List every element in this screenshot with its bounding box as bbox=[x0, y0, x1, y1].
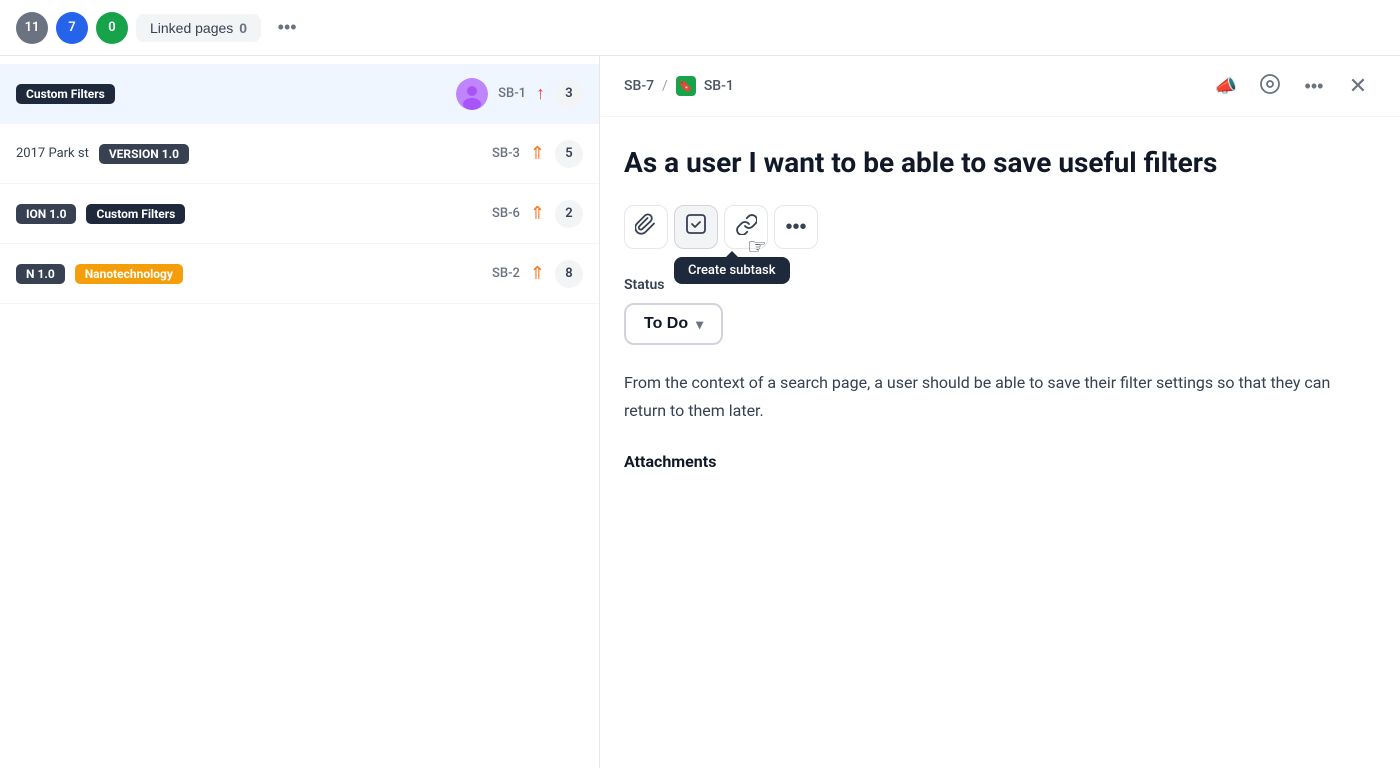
badge-count-2: 7 bbox=[56, 12, 88, 44]
item-id: SB-1 bbox=[498, 86, 526, 101]
bookmark-icon: 🔖 bbox=[676, 76, 696, 96]
item-id: SB-3 bbox=[492, 146, 520, 161]
list-item[interactable]: ION 1.0 Custom Filters SB-6 ⇑ 2 bbox=[0, 184, 599, 244]
priority-high-icon: ⇑ bbox=[530, 263, 545, 284]
toolbar-more-button[interactable]: ••• bbox=[774, 205, 818, 249]
tag-nanotechnology: Nanotechnology bbox=[75, 264, 183, 284]
top-bar: 11 7 0 Linked pages 0 ••• bbox=[0, 0, 1400, 56]
count-badge: 2 bbox=[555, 200, 583, 228]
item-tags: Nanotechnology bbox=[75, 264, 482, 284]
count-badge: 5 bbox=[555, 140, 583, 168]
item-address: 2017 Park st bbox=[16, 146, 89, 161]
topbar-more-icon: ••• bbox=[278, 17, 297, 38]
topbar-more-button[interactable]: ••• bbox=[269, 10, 305, 46]
list-item[interactable]: N 1.0 Nanotechnology SB-2 ⇑ 8 bbox=[0, 244, 599, 304]
detail-content: As a user I want to be able to save usef… bbox=[600, 117, 1400, 768]
badge-count-3: 0 bbox=[96, 12, 128, 44]
count-badge: 8 bbox=[555, 260, 583, 288]
priority-high-icon: ⇑ bbox=[530, 203, 545, 224]
linked-pages-label: Linked pages bbox=[150, 20, 233, 36]
watch-button[interactable] bbox=[1252, 68, 1288, 104]
list-item[interactable]: Custom Filters SB-1 ↑ 3 bbox=[0, 64, 599, 124]
tag-version-prefix: ION 1.0 bbox=[16, 204, 76, 224]
close-icon: ✕ bbox=[1349, 73, 1367, 99]
watch-icon bbox=[1259, 73, 1281, 100]
announce-button[interactable]: 📣 bbox=[1208, 68, 1244, 104]
detail-more-icon: ••• bbox=[1305, 76, 1324, 97]
subtask-icon bbox=[685, 213, 707, 241]
detail-title: As a user I want to be able to save usef… bbox=[624, 145, 1376, 181]
list-item[interactable]: 2017 Park st VERSION 1.0 SB-3 ⇑ 5 bbox=[0, 124, 599, 184]
chevron-down-icon: ▾ bbox=[696, 316, 703, 333]
attach-icon bbox=[635, 213, 657, 241]
priority-urgent-icon: ↑ bbox=[536, 83, 545, 104]
right-panel: SB-7 / 🔖 SB-1 📣 • bbox=[600, 56, 1400, 768]
item-id: SB-6 bbox=[492, 206, 520, 221]
description-text: From the context of a search page, a use… bbox=[624, 369, 1376, 423]
status-value: To Do bbox=[644, 315, 688, 333]
breadcrumb-parent: SB-7 bbox=[624, 78, 654, 94]
breadcrumb-separator: / bbox=[662, 78, 668, 94]
item-id: SB-2 bbox=[492, 266, 520, 281]
tag-custom-filters: Custom Filters bbox=[86, 204, 185, 224]
detail-more-button[interactable]: ••• bbox=[1296, 68, 1332, 104]
status-dropdown[interactable]: To Do ▾ bbox=[624, 303, 723, 345]
detail-actions: 📣 ••• ✕ bbox=[1208, 68, 1376, 104]
breadcrumb: SB-7 / 🔖 SB-1 bbox=[624, 76, 734, 96]
item-tags: VERSION 1.0 bbox=[99, 144, 482, 164]
left-panel: Custom Filters SB-1 ↑ 3 2017 Park st VER… bbox=[0, 56, 600, 768]
detail-toolbar: ☞ ••• Create subtask bbox=[624, 205, 1376, 249]
item-tags: Custom Filters bbox=[16, 84, 446, 104]
badge-count-1: 11 bbox=[16, 12, 48, 44]
main-area: Custom Filters SB-1 ↑ 3 2017 Park st VER… bbox=[0, 56, 1400, 768]
create-subtask-button[interactable]: ☞ bbox=[674, 205, 718, 249]
breadcrumb-current: SB-1 bbox=[704, 78, 734, 94]
toolbar-more-icon: ••• bbox=[785, 216, 806, 239]
tag-version: VERSION 1.0 bbox=[99, 144, 189, 164]
linked-pages-count: 0 bbox=[239, 20, 247, 36]
link-icon bbox=[735, 213, 757, 241]
link-button[interactable] bbox=[724, 205, 768, 249]
item-tags: Custom Filters bbox=[86, 204, 482, 224]
avatar bbox=[456, 78, 488, 110]
priority-high-icon: ⇑ bbox=[530, 143, 545, 164]
detail-header: SB-7 / 🔖 SB-1 📣 • bbox=[600, 56, 1400, 117]
attachments-section-title: Attachments bbox=[624, 452, 1376, 471]
announce-icon: 📣 bbox=[1215, 76, 1237, 97]
status-label: Status bbox=[624, 277, 1376, 293]
attach-button[interactable] bbox=[624, 205, 668, 249]
count-badge: 3 bbox=[555, 80, 583, 108]
tag-custom-filters: Custom Filters bbox=[16, 84, 115, 104]
linked-pages-button[interactable]: Linked pages 0 bbox=[136, 14, 261, 42]
tag-version-prefix: N 1.0 bbox=[16, 264, 65, 284]
close-button[interactable]: ✕ bbox=[1340, 68, 1376, 104]
